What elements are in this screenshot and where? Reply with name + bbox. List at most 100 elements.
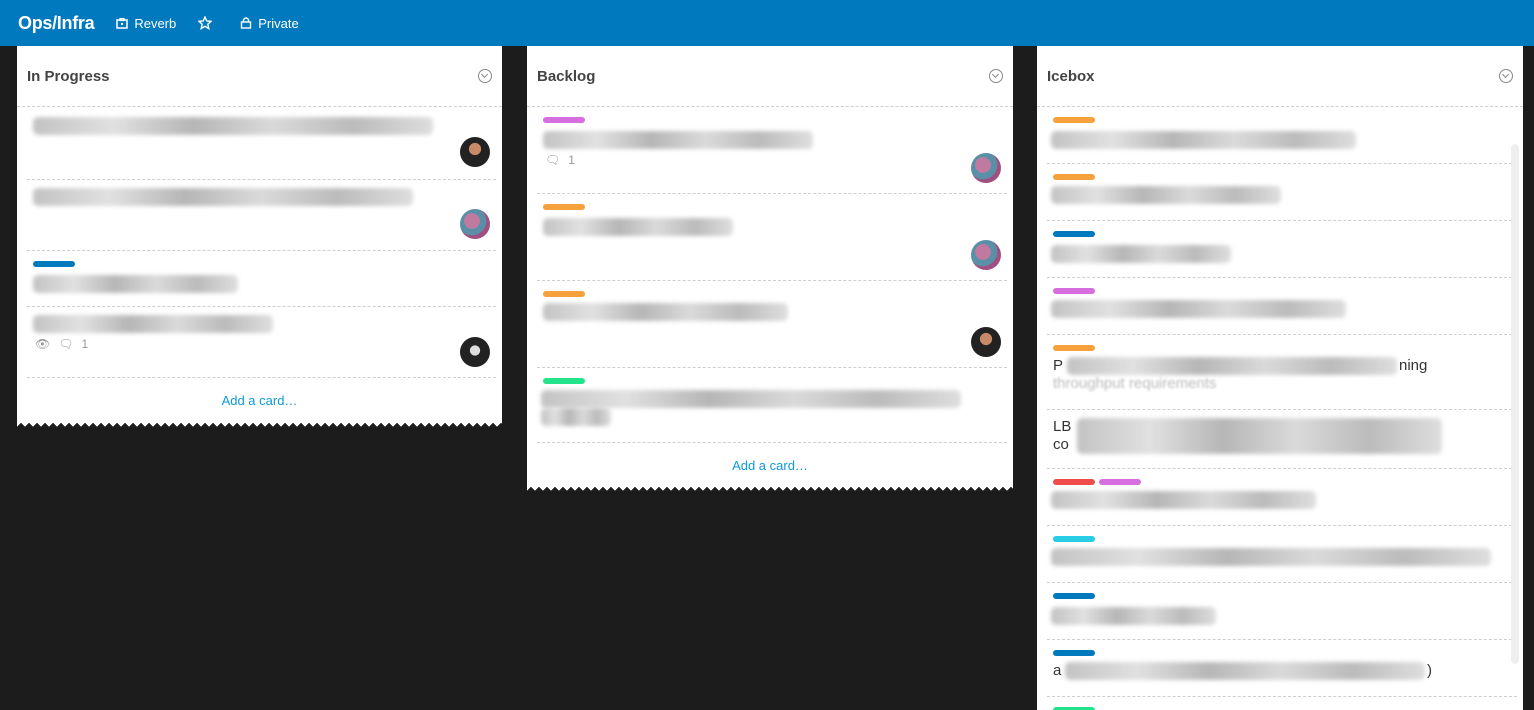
card[interactable]	[1047, 583, 1517, 640]
card[interactable]	[1047, 278, 1517, 335]
comment-icon: 🗨	[58, 337, 74, 351]
team-button[interactable]: Reverb	[116, 16, 176, 31]
card-badges: 👁 🗨 1	[35, 337, 88, 351]
list-backlog: Backlog 🗨 1 Add a card…	[527, 46, 1013, 492]
card-title-redacted	[1051, 607, 1216, 625]
card-title-redacted	[1051, 245, 1231, 263]
card[interactable]	[537, 194, 1007, 281]
card-labels	[33, 261, 75, 267]
card-labels	[1053, 174, 1095, 180]
card[interactable]: a )	[1047, 640, 1517, 697]
card[interactable]	[27, 180, 496, 251]
card[interactable]: LB co	[1047, 410, 1517, 469]
card-labels	[543, 378, 585, 384]
card[interactable]	[1047, 697, 1517, 710]
card-title-redacted	[543, 131, 813, 149]
card-title-redacted	[541, 408, 611, 426]
card[interactable]: 🗨 1	[537, 107, 1007, 194]
card-title-redacted	[543, 218, 733, 236]
card[interactable]	[537, 368, 1007, 442]
list-in-progress: In Progress 👁 🗨 1 Add a card…	[17, 46, 502, 428]
card-title-redacted	[33, 275, 238, 293]
card-title-redacted	[543, 303, 788, 321]
member-avatar[interactable]	[460, 337, 490, 367]
list-scrollbar[interactable]	[1511, 144, 1519, 664]
list-header: In Progress	[17, 46, 502, 107]
card-title-visible: a	[1053, 662, 1062, 679]
card-label	[33, 261, 75, 267]
card-title-visible: )	[1427, 662, 1432, 679]
board-header: Ops/Infra Reverb Private	[0, 0, 1534, 46]
list-icebox: Icebox P ning throughput requirements LB…	[1037, 46, 1523, 710]
card-title-visible: P	[1053, 357, 1064, 374]
member-avatar[interactable]	[971, 153, 1001, 183]
list-title: Backlog	[537, 67, 596, 85]
card-title-redacted	[1051, 548, 1491, 566]
member-avatar[interactable]	[460, 209, 490, 239]
card[interactable]	[1047, 107, 1517, 164]
card-label	[1053, 345, 1095, 351]
card-title-visible: ning	[1399, 357, 1428, 374]
card-label	[1053, 479, 1095, 485]
card-labels	[1053, 288, 1095, 294]
team-icon	[116, 17, 129, 29]
card-labels	[1053, 345, 1095, 351]
comment-count: 1	[568, 153, 575, 167]
list-menu-icon[interactable]	[989, 69, 1003, 83]
card-title-redacted	[1051, 131, 1356, 149]
card[interactable]	[1047, 469, 1517, 526]
star-button[interactable]	[198, 16, 218, 30]
card-title-redacted	[1067, 357, 1397, 375]
card-label	[543, 378, 585, 384]
visibility-button[interactable]: Private	[240, 15, 299, 31]
card-title-visible: LB	[1053, 418, 1072, 435]
member-avatar[interactable]	[971, 327, 1001, 357]
visibility-label: Private	[258, 15, 299, 31]
card-title-visible: co	[1053, 436, 1069, 453]
add-card-link[interactable]: Add a card…	[527, 458, 1013, 473]
card-title-redacted	[33, 117, 433, 135]
list-menu-icon[interactable]	[1499, 69, 1513, 83]
add-card-link[interactable]: Add a card…	[17, 393, 502, 408]
card-title-redacted	[1051, 491, 1316, 509]
card-badges: 🗨 1	[545, 153, 575, 167]
card[interactable]	[27, 251, 496, 307]
card-labels	[1053, 117, 1095, 123]
card[interactable]	[1047, 221, 1517, 278]
list-header: Icebox	[1037, 46, 1523, 107]
card-title-redacted	[1077, 418, 1442, 454]
card-label	[1053, 231, 1095, 237]
card[interactable]	[537, 281, 1007, 368]
card[interactable]	[1047, 526, 1517, 583]
board-title[interactable]: Ops/Infra	[18, 13, 95, 34]
card[interactable]: 👁 🗨 1	[27, 307, 496, 378]
card-labels	[543, 291, 585, 297]
list-menu-icon[interactable]	[478, 69, 492, 83]
lock-icon	[241, 17, 252, 29]
card-labels	[1053, 536, 1095, 542]
card-label	[1053, 593, 1095, 599]
watch-icon: 👁	[35, 337, 51, 351]
card-title-redacted	[33, 188, 413, 206]
member-avatar[interactable]	[971, 240, 1001, 270]
card-title-redacted	[1051, 186, 1281, 204]
card[interactable]: P ning throughput requirements	[1047, 335, 1517, 410]
card[interactable]	[27, 107, 496, 180]
card-labels	[1053, 479, 1141, 485]
card-labels	[1053, 593, 1095, 599]
card-label	[543, 117, 585, 123]
card-title-redacted	[541, 390, 961, 408]
team-label: Reverb	[134, 15, 177, 31]
card[interactable]	[1047, 164, 1517, 221]
card-label	[1053, 288, 1095, 294]
card-labels	[1053, 650, 1095, 656]
card-label	[543, 291, 585, 297]
card-labels	[543, 204, 585, 210]
card-label	[1099, 479, 1141, 485]
card-title-redacted	[1051, 300, 1346, 318]
card-labels	[1053, 231, 1095, 237]
card-title-redacted	[33, 315, 273, 333]
card-title-visible: throughput requirements	[1053, 375, 1217, 392]
card-title-redacted	[1065, 662, 1425, 680]
member-avatar[interactable]	[460, 137, 490, 167]
